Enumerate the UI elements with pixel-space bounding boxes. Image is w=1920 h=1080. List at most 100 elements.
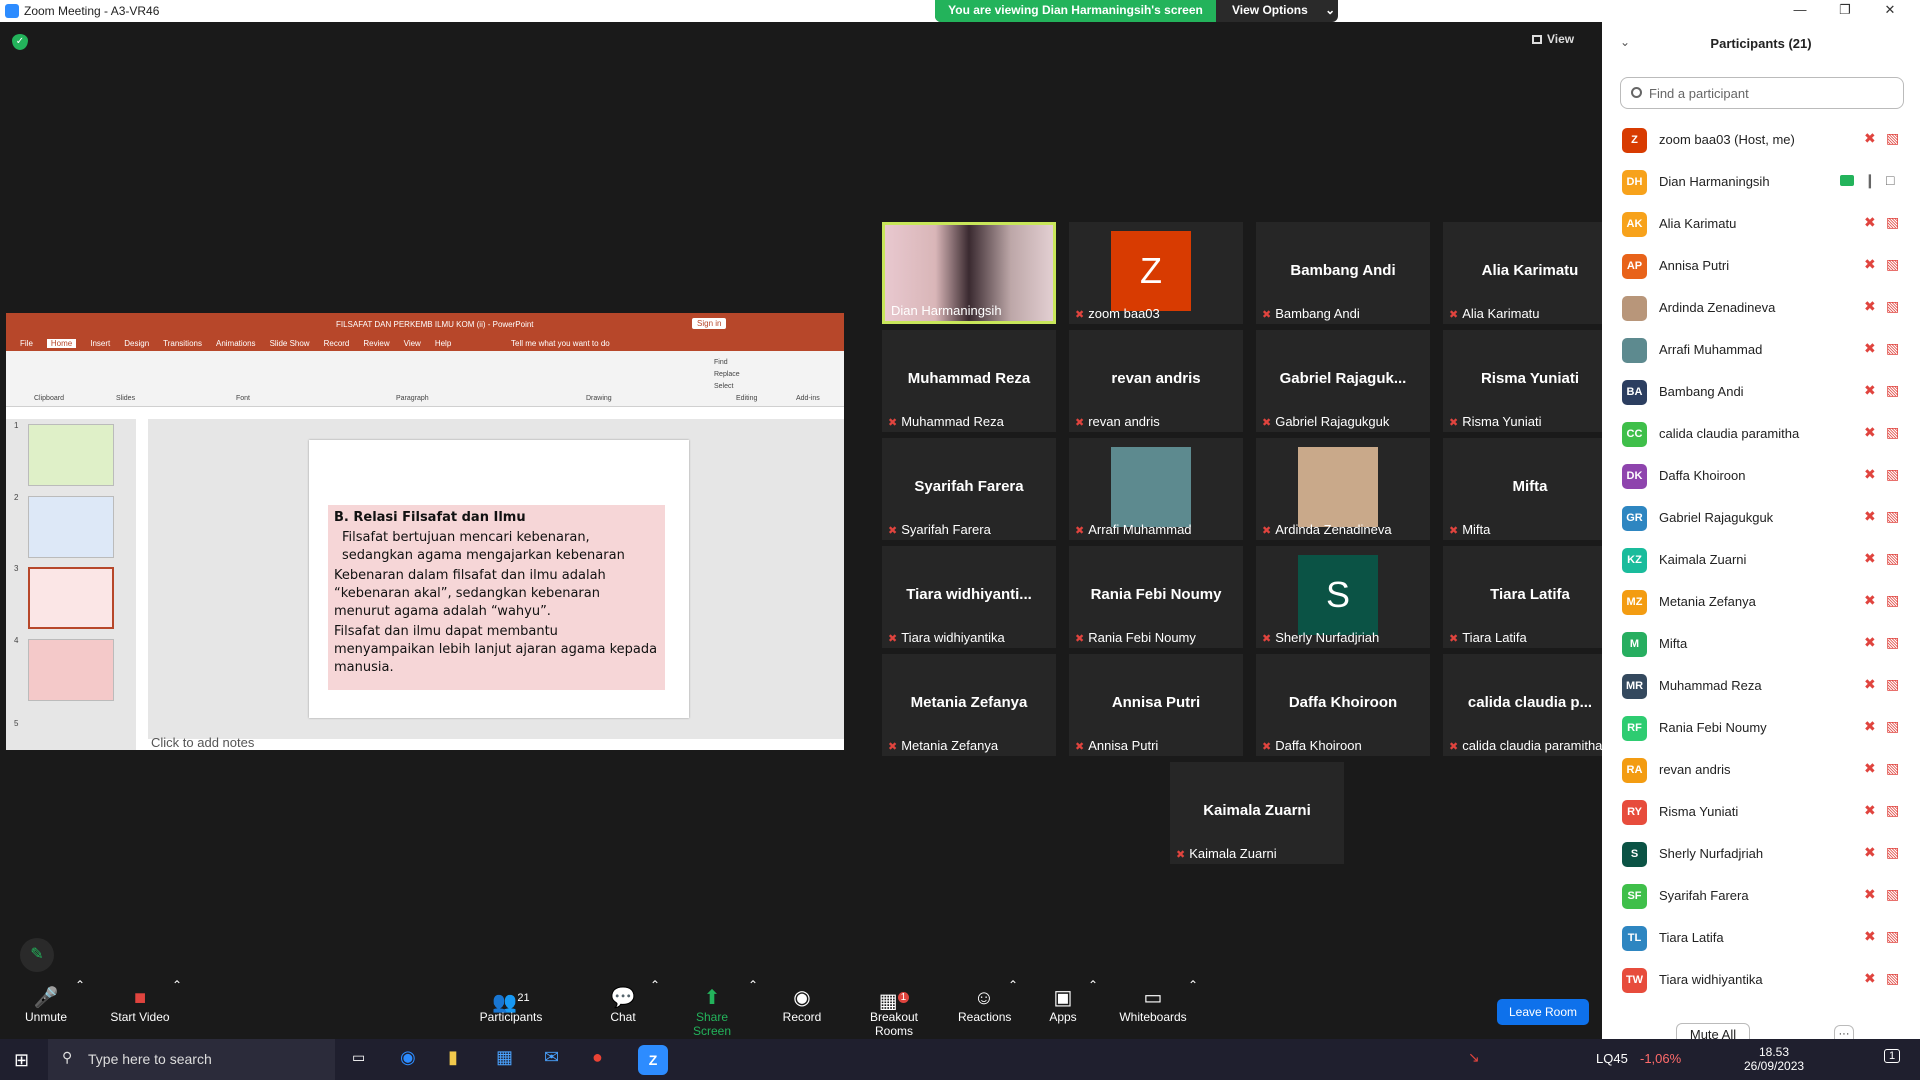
taskbar-search-input[interactable]: ⚲ Type here to search xyxy=(48,1039,335,1080)
participant-row[interactable]: TL Tiara Latifa ✖ ▧ xyxy=(1602,918,1920,959)
participant-row[interactable]: AP Annisa Putri ✖ ▧ xyxy=(1602,246,1920,287)
sign-in-button[interactable]: Sign in xyxy=(692,318,727,329)
video-on-icon[interactable]: □ xyxy=(1886,172,1894,188)
select-button[interactable]: Select xyxy=(714,381,740,393)
close-button[interactable]: ✕ xyxy=(1870,2,1910,20)
muted-mic-icon[interactable]: ✖ xyxy=(1864,508,1876,525)
view-options-button[interactable]: View Options ⌄ xyxy=(1216,0,1338,22)
participant-row[interactable]: DK Daffa Khoiroon ✖ ▧ xyxy=(1602,456,1920,497)
participant-row[interactable]: GR Gabriel Rajagukguk ✖ ▧ xyxy=(1602,498,1920,539)
participant-row[interactable]: DH Dian Harmaningsih ❙ □ xyxy=(1602,162,1920,203)
mic-on-icon[interactable]: ❙ xyxy=(1864,172,1876,189)
muted-mic-icon[interactable]: ✖ xyxy=(1864,130,1876,147)
video-tile[interactable]: Rania Febi Noumy ✖ Rania Febi Noumy xyxy=(1069,546,1243,648)
video-off-icon[interactable]: ▧ xyxy=(1886,802,1899,819)
video-off-icon[interactable]: ▧ xyxy=(1886,760,1899,777)
muted-mic-icon[interactable]: ✖ xyxy=(1864,802,1876,819)
participant-row[interactable]: KZ Kaimala Zuarni ✖ ▧ xyxy=(1602,540,1920,581)
video-off-icon[interactable]: ▧ xyxy=(1886,550,1899,567)
participant-row[interactable]: Arrafi Muhammad ✖ ▧ xyxy=(1602,330,1920,371)
video-off-icon[interactable]: ▧ xyxy=(1886,382,1899,399)
video-off-icon[interactable]: ▧ xyxy=(1886,886,1899,903)
video-tile[interactable]: Mifta ✖ Mifta xyxy=(1443,438,1617,540)
video-off-icon[interactable]: ▧ xyxy=(1886,214,1899,231)
find-participant-input[interactable]: Find a participant xyxy=(1620,77,1904,109)
participant-row[interactable]: RF Rania Febi Noumy ✖ ▧ xyxy=(1602,708,1920,749)
video-tile[interactable]: ✖ Arrafi Muhammad xyxy=(1069,438,1243,540)
minimize-button[interactable]: — xyxy=(1780,2,1820,20)
edge-icon[interactable]: ◉ xyxy=(400,1047,416,1068)
unmute-button[interactable]: 🎤 Unmute xyxy=(18,978,74,1039)
tell-me-box[interactable]: Tell me what you want to do xyxy=(511,339,610,348)
video-tile[interactable]: Dian Harmaningsih xyxy=(882,222,1056,324)
video-off-icon[interactable]: ▧ xyxy=(1886,130,1899,147)
ppt-tab[interactable]: Slide Show xyxy=(270,339,310,348)
participant-row[interactable]: AK Alia Karimatu ✖ ▧ xyxy=(1602,204,1920,245)
share-options-caret[interactable]: ⌃ xyxy=(748,978,758,1039)
participant-row[interactable]: Ardinda Zenadineva ✖ ▧ xyxy=(1602,288,1920,329)
participant-row[interactable]: SF Syarifah Farera ✖ ▧ xyxy=(1602,876,1920,917)
start-video-button[interactable]: ■ Start Video xyxy=(105,978,175,1039)
video-tile[interactable]: Syarifah Farera ✖ Syarifah Farera xyxy=(882,438,1056,540)
muted-mic-icon[interactable]: ✖ xyxy=(1864,844,1876,861)
participant-row[interactable]: MZ Metania Zefanya ✖ ▧ xyxy=(1602,582,1920,623)
store-icon[interactable]: ▦ xyxy=(496,1047,513,1068)
video-tile[interactable]: Daffa Khoiroon ✖ Daffa Khoiroon xyxy=(1256,654,1430,756)
slide-thumb-3[interactable] xyxy=(28,567,114,629)
ppt-tab[interactable]: View xyxy=(404,339,421,348)
participant-row[interactable]: MR Muhammad Reza ✖ ▧ xyxy=(1602,666,1920,707)
ppt-tab[interactable]: Design xyxy=(124,339,149,348)
video-off-icon[interactable]: ▧ xyxy=(1886,844,1899,861)
muted-mic-icon[interactable]: ✖ xyxy=(1864,970,1876,987)
task-view-icon[interactable]: ▭ xyxy=(352,1049,365,1066)
video-tile[interactable]: Gabriel Rajaguk... ✖ Gabriel Rajagukguk xyxy=(1256,330,1430,432)
apps-options-caret[interactable]: ⌃ xyxy=(1088,978,1098,1039)
video-off-icon[interactable]: ▧ xyxy=(1886,634,1899,651)
video-off-icon[interactable]: ▧ xyxy=(1886,592,1899,609)
participant-row[interactable]: RA revan andris ✖ ▧ xyxy=(1602,750,1920,791)
video-tile[interactable]: Annisa Putri ✖ Annisa Putri xyxy=(1069,654,1243,756)
annotate-pencil-icon[interactable]: ✎ xyxy=(20,938,54,972)
reactions-button[interactable]: ☺ Reactions xyxy=(958,978,1011,1039)
video-tile[interactable]: calida claudia p... ✖ calida claudia param… xyxy=(1443,654,1617,756)
muted-mic-icon[interactable]: ✖ xyxy=(1864,676,1876,693)
muted-mic-icon[interactable]: ✖ xyxy=(1864,886,1876,903)
whiteboards-options-caret[interactable]: ⌃ xyxy=(1188,978,1198,1039)
video-off-icon[interactable]: ▧ xyxy=(1886,508,1899,525)
muted-mic-icon[interactable]: ✖ xyxy=(1864,760,1876,777)
mail-icon[interactable]: ✉ xyxy=(544,1047,559,1068)
video-off-icon[interactable]: ▧ xyxy=(1886,970,1899,987)
participant-row[interactable]: S Sherly Nurfadjriah ✖ ▧ xyxy=(1602,834,1920,875)
record-button[interactable]: ◉ Record xyxy=(782,978,822,1039)
apps-button[interactable]: ▣ Apps xyxy=(1048,978,1078,1039)
windows-start-icon[interactable]: ⊞ xyxy=(14,1050,29,1071)
muted-mic-icon[interactable]: ✖ xyxy=(1864,424,1876,441)
video-tile[interactable]: Muhammad Reza ✖ Muhammad Reza xyxy=(882,330,1056,432)
participant-row[interactable]: Zzoom baa03 (Host, me) ✖ ▧ xyxy=(1602,120,1920,161)
video-options-caret[interactable]: ⌃ xyxy=(172,978,182,1039)
slide-thumb-2[interactable] xyxy=(28,496,114,558)
muted-mic-icon[interactable]: ✖ xyxy=(1864,214,1876,231)
muted-mic-icon[interactable]: ✖ xyxy=(1864,928,1876,945)
video-off-icon[interactable]: ▧ xyxy=(1886,718,1899,735)
muted-mic-icon[interactable]: ✖ xyxy=(1864,466,1876,483)
chrome-icon[interactable]: ● xyxy=(592,1047,603,1068)
muted-mic-icon[interactable]: ✖ xyxy=(1864,256,1876,273)
video-off-icon[interactable]: ▧ xyxy=(1886,928,1899,945)
slide[interactable]: B. Relasi Filsafat dan Ilmu Filsafat ber… xyxy=(309,440,689,718)
clock[interactable]: 18.53 26/09/2023 xyxy=(1744,1045,1804,1073)
replace-button[interactable]: Replace xyxy=(714,369,740,381)
video-off-icon[interactable]: ▧ xyxy=(1886,466,1899,483)
reactions-options-caret[interactable]: ⌃ xyxy=(1008,978,1018,1039)
notification-count[interactable]: 1 xyxy=(1884,1049,1901,1063)
video-tile[interactable]: Metania Zefanya ✖ Metania Zefanya xyxy=(882,654,1056,756)
ppt-tab[interactable]: Help xyxy=(435,339,451,348)
participant-row[interactable]: CC calida claudia paramitha ✖ ▧ xyxy=(1602,414,1920,455)
participant-row[interactable]: RY Risma Yuniati ✖ ▧ xyxy=(1602,792,1920,833)
muted-mic-icon[interactable]: ✖ xyxy=(1864,340,1876,357)
video-off-icon[interactable]: ▧ xyxy=(1886,676,1899,693)
breakout-rooms-button[interactable]: ▦ 1 Breakout Rooms xyxy=(850,978,938,1039)
notes-placeholder[interactable]: Click to add notes xyxy=(151,735,254,750)
video-tile[interactable]: Bambang Andi ✖ Bambang Andi xyxy=(1256,222,1430,324)
share-screen-button[interactable]: ⬆ Share Screen xyxy=(676,978,748,1039)
